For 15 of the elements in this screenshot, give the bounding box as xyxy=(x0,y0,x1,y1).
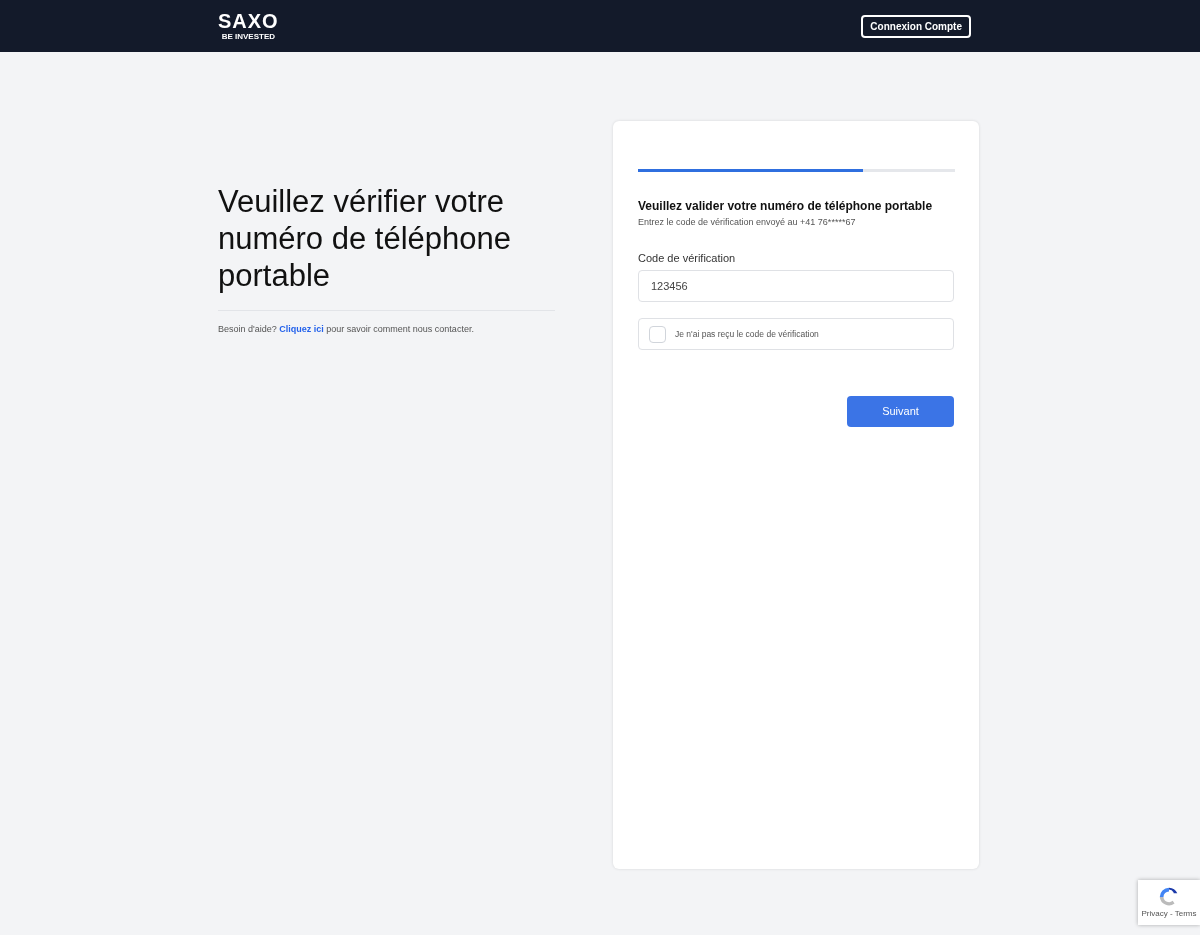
checkbox-label: Je n'ai pas reçu le code de vérification xyxy=(675,327,819,341)
code-input-field[interactable]: 123456 xyxy=(638,270,954,302)
form-subtitle: Entrez le code de vérification envoyé au +41 76*****67 xyxy=(638,216,857,229)
recaptcha-links[interactable]: Privacy - Terms xyxy=(1141,909,1197,918)
login-button[interactable]: Connexion Compte xyxy=(861,14,971,38)
form-heading: Veuillez valider votre numéro de téléphone portable xyxy=(638,198,934,215)
contact-link[interactable]: Cliquez ici xyxy=(279,324,324,334)
help-text: Besoin d'aide? Cliquez ici pour savoir comment nous contacter. xyxy=(218,323,475,336)
code-label: Code de vérification xyxy=(638,250,737,266)
logo: SAXO xyxy=(218,11,279,31)
next-button[interactable]: Suivant xyxy=(847,396,954,427)
logo-tagline: BE INVESTED xyxy=(221,32,275,41)
no-code-option[interactable]: Je n'ai pas reçu le code de vérification xyxy=(638,318,954,350)
page-title: Veuillez vérifier votre numéro de téléphone portable xyxy=(218,183,512,294)
checkbox[interactable] xyxy=(649,325,666,343)
